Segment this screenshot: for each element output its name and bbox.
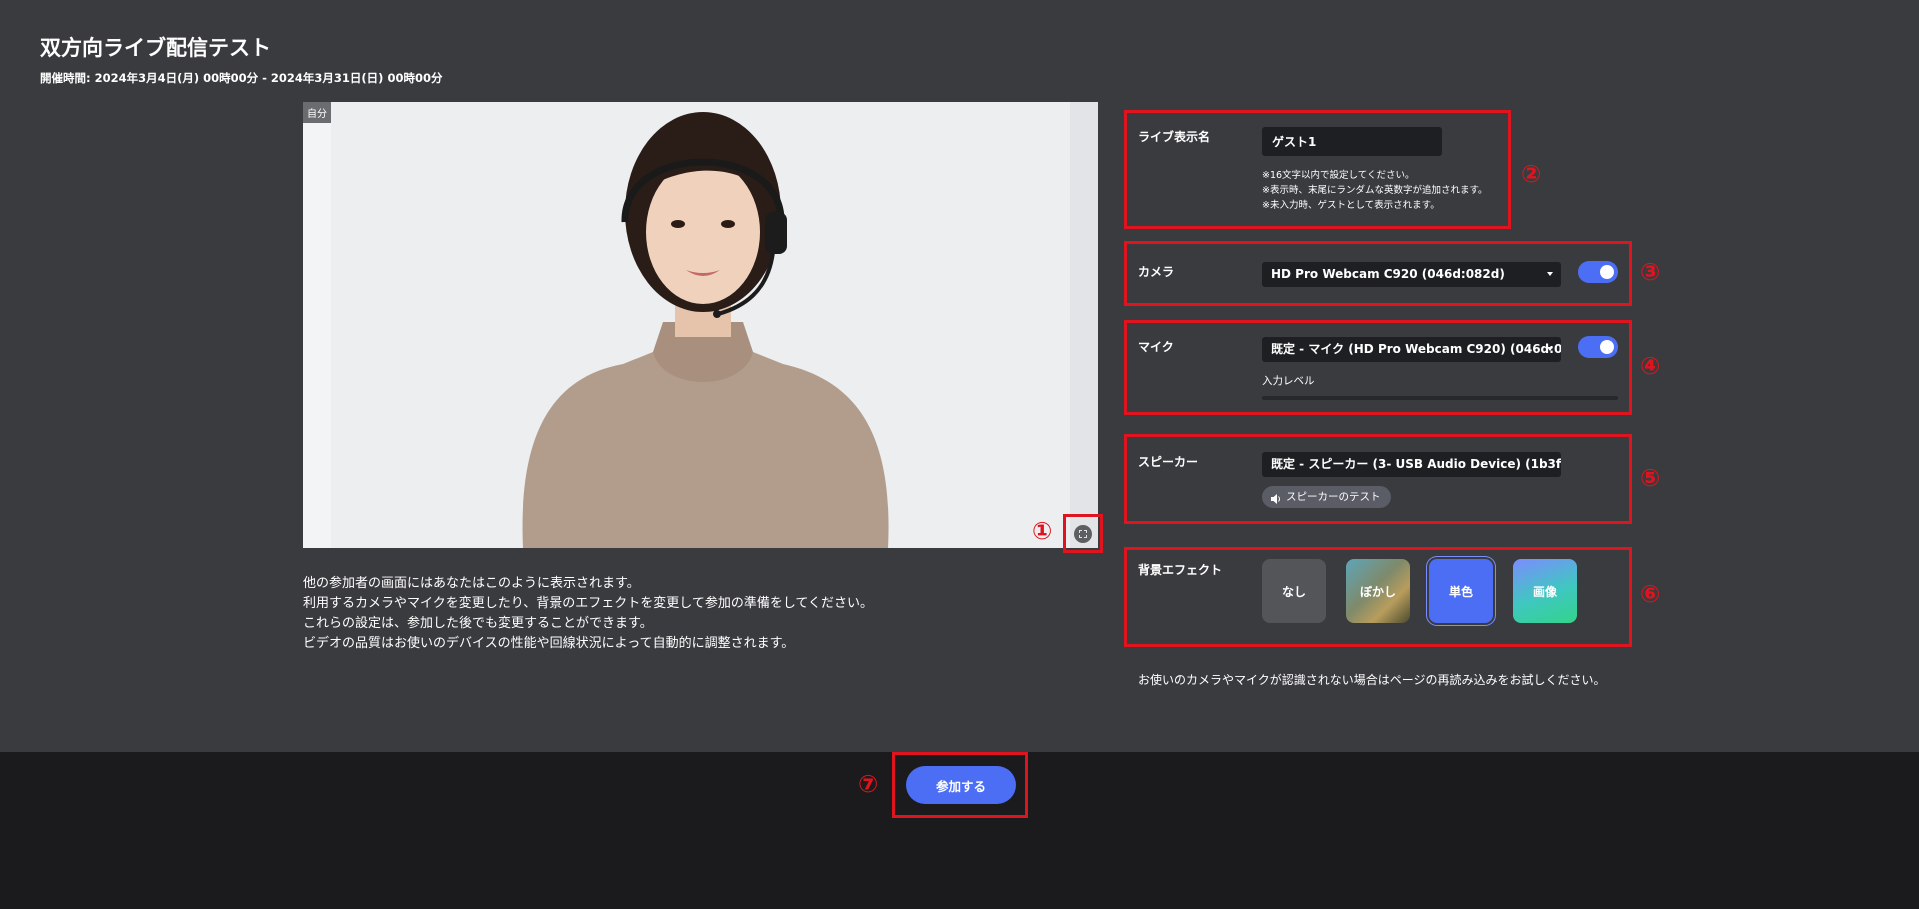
video-preview bbox=[303, 102, 1098, 548]
annotation-box-6 bbox=[1124, 547, 1632, 647]
annotation-box-2 bbox=[1124, 110, 1511, 229]
description-line: 他の参加者の画面にはあなたはこのように表示されます。 bbox=[303, 576, 640, 591]
annotation-number-7: ⑦ bbox=[858, 770, 879, 798]
annotation-number-4: ④ bbox=[1640, 352, 1661, 380]
annotation-box-4 bbox=[1124, 320, 1632, 415]
description-line: ビデオの品質はお使いのデバイスの性能や回線状況によって自動的に調整されます。 bbox=[303, 636, 795, 651]
annotation-number-1: ① bbox=[1032, 517, 1053, 545]
self-tag: 自分 bbox=[303, 102, 331, 123]
annotation-box-1 bbox=[1063, 514, 1103, 553]
description-line: これらの設定は、参加した後でも変更することができます。 bbox=[303, 616, 653, 631]
annotation-number-3: ③ bbox=[1640, 258, 1661, 286]
event-period: 開催時間: 2024年3月4日(月) 00時00分 - 2024年3月31日(日… bbox=[40, 71, 443, 85]
page-title: 双方向ライブ配信テスト bbox=[40, 36, 271, 60]
annotation-number-6: ⑥ bbox=[1640, 580, 1661, 608]
annotation-box-5 bbox=[1124, 434, 1632, 524]
reload-note: お使いのカメラやマイクが認識されない場合はページの再読み込みをお試しください。 bbox=[1138, 673, 1606, 687]
annotation-number-2: ② bbox=[1521, 160, 1542, 188]
description-line: 利用するカメラやマイクを変更したり、背景のエフェクトを変更して参加の準備をしてく… bbox=[303, 596, 874, 611]
preview-description: 他の参加者の画面にはあなたはこのように表示されます。 利用するカメラやマイクを変… bbox=[303, 574, 873, 654]
annotation-box-7 bbox=[892, 752, 1028, 818]
annotation-number-5: ⑤ bbox=[1640, 464, 1661, 492]
annotation-box-3 bbox=[1124, 241, 1632, 306]
